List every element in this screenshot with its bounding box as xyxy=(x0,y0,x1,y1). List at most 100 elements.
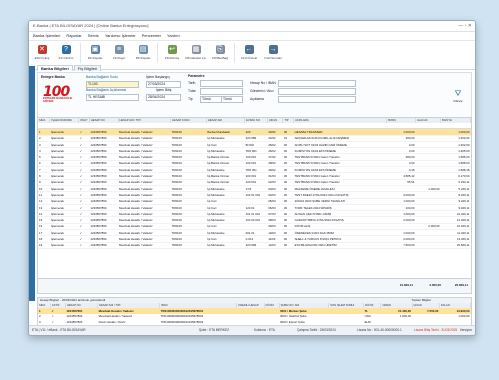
account-info-title: Hesap Bilgileri - 26/03/2024 tarihinde g… xyxy=(40,298,106,302)
tutar-label: Tutar xyxy=(188,89,196,93)
totals-info-title: Toplam Bilgiler xyxy=(411,298,431,302)
islem-baslangic-field[interactable]: 27/03/2024 xyxy=(146,81,181,88)
active-checkbox[interactable]: ✓ xyxy=(50,319,65,325)
table-cell xyxy=(412,319,439,325)
toolbar-button[interactable]: ✕ ESC=Çıkış xyxy=(31,43,53,65)
table-cell: ETA BİLGİSAYAR 2024 ÜRETİM xyxy=(293,242,387,249)
application-window: E-Banka | ETA BİLGİSAYAR 2024 | [Online … xyxy=(28,20,476,336)
table-cell: TR0100 xyxy=(170,242,207,249)
tarih-field[interactable] xyxy=(200,80,243,87)
status-lisans: Lisans No : 001-40-00000000-1 xyxy=(357,328,402,332)
window-controls[interactable]: — ▫ ✕ xyxy=(458,21,472,31)
toolbar-button-label: F1=Yardım xyxy=(58,56,74,60)
table-cell: 20.829,11 xyxy=(440,242,471,249)
toolbar-separator xyxy=(157,43,158,63)
table-cell: 30 xyxy=(282,242,294,249)
total-bakiye: 20.829,11 xyxy=(454,283,468,287)
toolbar-button[interactable]: ? F1=Yardım xyxy=(55,43,77,65)
toolbar-button[interactable]: ≡ F3=Kayıt xyxy=(108,43,130,65)
islem-bitis-label: İşlem Bitiş xyxy=(156,88,172,92)
tab-fis-bilgileri[interactable]: Fiş Bilgileri xyxy=(73,65,102,71)
status-kullanici: Kullanıcı : ETA xyxy=(254,328,275,332)
return-icon: ↩ xyxy=(167,45,177,54)
tip-label: Tip xyxy=(188,97,193,101)
record-icon: ≡ xyxy=(114,45,124,54)
status-calisma: Çalışma Tarihi : 26/03/2024 xyxy=(297,328,336,332)
table-row[interactable]: 19 İşlemecek ✓ 1234567890 Mevduat Hesabı / V… xyxy=(38,242,471,249)
menu-item[interactable]: Banka İşlemleri xyxy=(33,33,60,38)
banka-kodu-label: Banka Bağlantı Kodu xyxy=(86,75,118,79)
table-cell: EUR xyxy=(364,319,371,324)
islem-baslangic-label: İşlem Başlangıç xyxy=(146,75,170,79)
tip-select-2[interactable]: Tümü xyxy=(221,96,243,103)
main-content: Banka Bilgileri Fiş Bilgileri Entegre Ban… xyxy=(37,65,472,335)
toolbar-button[interactable]: ⎘ F9=Bel.Bağ xyxy=(209,43,231,65)
save-icon: ▣ xyxy=(90,45,100,54)
menu-item[interactable]: Yardım xyxy=(167,33,180,38)
menu-item[interactable]: Raporlar xyxy=(66,33,81,38)
toolbar-button[interactable]: → F12=Sonraki xyxy=(262,43,284,65)
table-cell xyxy=(264,319,279,325)
table-cell: 1234567890 xyxy=(89,242,119,249)
tab-banka-bilgileri[interactable]: Banka Bilgileri xyxy=(37,65,73,71)
exit-icon: ✕ xyxy=(37,45,47,54)
title-bar: E-Banka | ETA BİLGİSAYAR 2024 | [Online … xyxy=(29,21,475,32)
banka-adi-field[interactable]: TL HESABI xyxy=(86,94,139,101)
toolbar-button-label: F8=Hareket Lis. xyxy=(185,56,207,60)
toolbar-button-label: F2=Kaydet xyxy=(87,56,103,60)
islem-bitis-field[interactable]: 28/04/2024 xyxy=(146,94,181,101)
previous-icon: ← xyxy=(244,45,254,54)
menu-item[interactable]: Pencereler xyxy=(142,33,161,38)
menu-item[interactable]: Servis xyxy=(88,33,99,38)
table-cell xyxy=(415,242,441,249)
hesap-no-label: Hesap No / IBAN xyxy=(250,81,276,85)
account-row[interactable]: 3 ✓ 1234567803 Döviz Hesabı / Döviz TR010000… xyxy=(38,319,471,325)
table-cell: 7.500,00 xyxy=(386,242,416,249)
table-cell xyxy=(329,319,364,325)
link-icon: ⎘ xyxy=(215,45,225,54)
bank-logo-subtitle: ENTEGRE BANKACILIK SİSTEMİ xyxy=(43,97,73,103)
toolbar-button-label: F9=Bel.Bağ xyxy=(212,56,228,60)
toolbar-button-label: F5=Kaydet xyxy=(135,56,151,60)
table-cell: 1234567803 xyxy=(66,319,83,324)
toolbar-button-label: F3=Kayıt xyxy=(112,56,126,60)
gonderici-field[interactable] xyxy=(278,88,356,95)
filter-button[interactable]: ⛛ Filtrele xyxy=(451,89,465,105)
tip-select[interactable]: Tümü xyxy=(200,96,222,103)
menu-item[interactable]: Yardımcı İşlemler xyxy=(105,33,136,38)
aciklama-field[interactable] xyxy=(278,96,356,103)
table-cell: İşlemecek xyxy=(49,242,79,249)
parametre-label: Parametre xyxy=(188,74,205,78)
toolbar-button[interactable]: ▣ F2=Kaydet xyxy=(84,43,106,65)
toolbar-button[interactable]: ← F11=Önceki xyxy=(238,43,260,65)
table-cell xyxy=(381,319,412,325)
left-navigation-strip[interactable] xyxy=(29,66,35,301)
toolbar-button-label: F6=Dönüş xyxy=(165,56,179,60)
approve-checkbox[interactable]: ✓ xyxy=(78,242,90,249)
window-title: E-Banka | ETA BİLGİSAYAR 2024 | [Online … xyxy=(33,23,149,28)
hesap-no-field[interactable] xyxy=(278,80,356,87)
toolbar-button[interactable]: ▦ F8=Hareket Lis. xyxy=(185,43,207,65)
help-icon: ? xyxy=(61,45,71,54)
filter-button-label: Filtrele xyxy=(453,99,463,103)
filter-form: Entegre Banka 100 ENTEGRE BANKACILIK SİS… xyxy=(37,72,472,117)
total-borc: 21.829,11 xyxy=(399,283,413,287)
totals-row: 21.829,11 3.000,00 20.829,11 xyxy=(37,279,472,294)
entegre-banka-label: Entegre Banka xyxy=(41,75,65,79)
transactions-grid: SIRA İŞLEM DURUMU ONAY HESAP NO HESAP ADI / … xyxy=(37,117,472,279)
toolbar-button[interactable]: ↩ F6=Dönüş xyxy=(161,43,183,65)
table-cell: Mevduat Hesabı / Vadesiz xyxy=(118,242,171,249)
table-cell: 320 999 xyxy=(244,242,268,249)
table-cell: 12/03 xyxy=(267,242,283,249)
status-sube: Şube : ETA MERKEZ xyxy=(199,328,230,332)
bank-logo: 100 ENTEGRE BANKACILIK SİSTEMİ xyxy=(43,84,81,106)
toolbar-separator xyxy=(80,43,81,63)
toolbar-button[interactable]: ▤ F5=Kaydet xyxy=(132,43,154,65)
tutar-field[interactable] xyxy=(200,88,243,95)
table-cell xyxy=(237,319,264,325)
total-alacak: 3.000,00 xyxy=(429,283,441,287)
gonderici-label: Gönderici / Alıcı xyxy=(250,89,274,93)
table-cell: 0003 / Esport Şube xyxy=(280,319,305,324)
banka-kodu-field[interactable]: TL100 xyxy=(86,81,139,88)
menu-bar: Banka İşlemleri Raporlar Servis Yardımcı İş… xyxy=(29,32,475,41)
